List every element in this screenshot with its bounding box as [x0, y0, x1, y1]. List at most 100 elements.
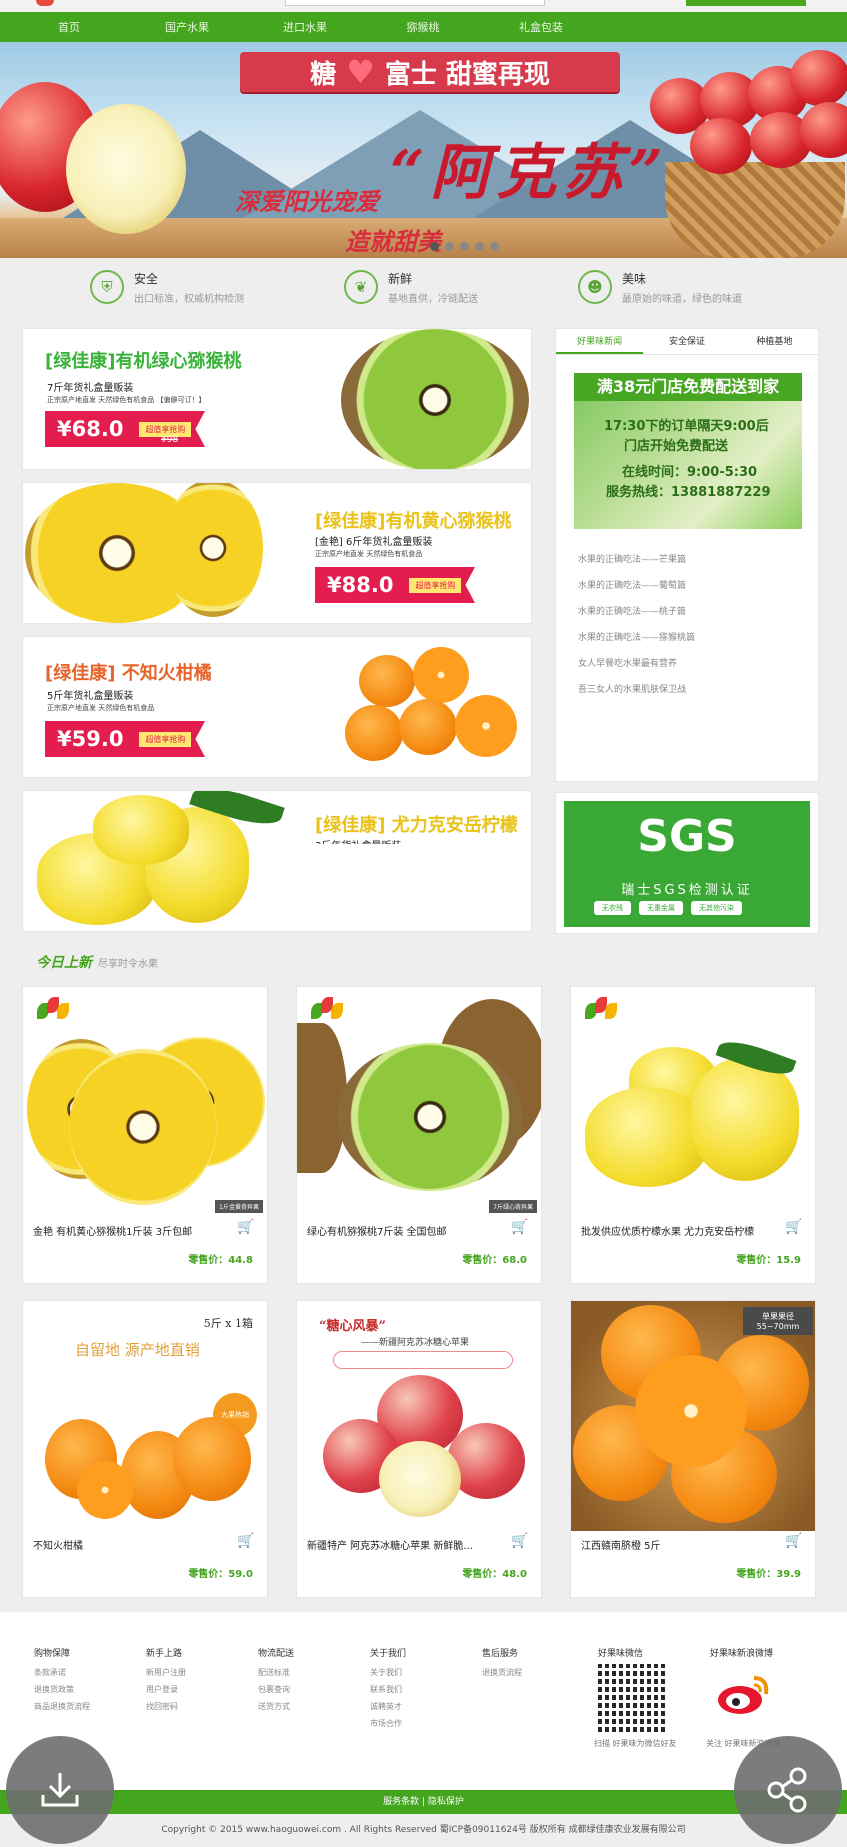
leaf-icon: ❦ — [344, 270, 378, 304]
footer-link[interactable]: 市场合作 — [370, 1718, 406, 1735]
carousel-dot[interactable] — [475, 242, 484, 251]
nav-item-home[interactable]: 首页 — [10, 19, 128, 35]
promo-card-dekopon[interactable]: [绿佳康] 不知火柑橘 5斤年货礼盒量贩装 正宗原产地直发 天然绿色有机食品 ¥… — [22, 636, 532, 778]
footer-bar-links[interactable]: 服务条款 | 隐私保护 — [0, 1790, 847, 1814]
carousel-dot[interactable] — [460, 242, 469, 251]
product-card[interactable]: 5斤 x 1箱 自留地 源产地直销 大果热销 不知火柑橘 🛒 零售价：59.0 — [22, 1300, 268, 1598]
promo-price: ¥88.0 — [327, 573, 394, 597]
product-image[interactable] — [571, 987, 815, 1217]
product-card[interactable]: 单果果径 55~70mm 江西赣南脐橙 5斤 🛒 零售价：39.9 — [570, 1300, 816, 1598]
footer-link[interactable]: 关于我们 — [370, 1667, 406, 1684]
weibo-icon[interactable] — [716, 1672, 772, 1716]
cart-icon[interactable]: 🛒 — [785, 1533, 803, 1549]
face-icon: ☻ — [578, 270, 612, 304]
section-subtitle: 尽享时令水果 — [98, 959, 158, 970]
promo-subtitle: 3斤年货礼盒量贩装 — [315, 837, 401, 844]
product-card[interactable]: 批发供应优质柠檬水果 尤力克安岳柠檬 🛒 零售价：15.9 — [570, 986, 816, 1284]
feature-tasty: ☻ 美味 最原始的味道，绿色的味道 — [578, 258, 742, 316]
footer-column: 物流配送 配送标准 包裹查询 送货方式 — [258, 1646, 294, 1718]
banner-ribbon-left: 糖 — [310, 59, 337, 90]
product-image[interactable]: 单果果径 55~70mm — [571, 1301, 815, 1531]
news-link[interactable]: 水果的正确吃法——猕猴桃篇 — [578, 625, 808, 651]
product-price: 零售价：68.0 — [462, 1255, 527, 1266]
product-name[interactable]: 绿心有机猕猴桃7斤装 全国包邮 — [307, 1223, 507, 1238]
footer-link[interactable]: 送货方式 — [258, 1701, 294, 1718]
sgs-caption: 瑞士SGS检测认证 — [621, 883, 753, 898]
product-price: 零售价：15.9 — [736, 1255, 801, 1266]
promo-title: [绿佳康] 尤力克安岳柠檬 — [315, 815, 518, 836]
footer-link[interactable]: 条款承诺 — [34, 1667, 90, 1684]
product-name[interactable]: 不知火柑橘 — [33, 1537, 233, 1552]
carousel-dot[interactable] — [490, 242, 499, 251]
footer-link[interactable]: 配送标准 — [258, 1667, 294, 1684]
product-image[interactable]: “糖心风暴” ——新疆阿克苏冰糖心苹果 — [297, 1301, 541, 1531]
cart-icon[interactable]: 🛒 — [237, 1219, 255, 1235]
image-tag: 1斤金黄奇异果 — [215, 1200, 263, 1213]
feature-desc: 基地直供，冷链配送 — [388, 293, 478, 305]
news-link[interactable]: 女人早餐吃水果最有营养 — [578, 651, 808, 677]
footer-column: 售后服务 退换货流程 — [482, 1646, 522, 1684]
product-name[interactable]: 江西赣南脐橙 5斤 — [581, 1537, 781, 1552]
price-tag[interactable]: ¥88.0 超值享抢购 — [315, 567, 475, 603]
news-link[interactable]: 水果的正确吃法——桃子篇 — [578, 599, 808, 625]
logo[interactable] — [36, 0, 54, 6]
price-tag[interactable]: ¥68.0 超值享抢购 — [45, 411, 205, 447]
feature-strip: ⛨ 安全 出口标准，权威机构检测 ❦ 新鲜 基地直供，冷链配送 ☻ 美味 最原始的味道… — [0, 258, 847, 316]
news-link[interactable]: 吾三女人的水果肌肤保卫战 — [578, 677, 808, 703]
delivery-promo-image[interactable]: 满38元门店免费配送到家 17:30下的订单隔天9:00后 门店开始免费配送 在… — [574, 373, 802, 529]
product-image[interactable]: 1斤金黄奇异果 — [23, 987, 267, 1217]
tab-farm[interactable]: 种植基地 — [731, 329, 818, 354]
nav-item-giftbox[interactable]: 礼盒包装 — [482, 19, 600, 35]
footer-link[interactable]: 用户登录 — [146, 1684, 186, 1701]
promo-title: [绿佳康]有机绿心猕猴桃 — [45, 351, 242, 372]
brand-logo — [583, 997, 617, 1037]
product-image[interactable]: 5斤 x 1箱 自留地 源产地直销 大果热销 — [23, 1301, 267, 1531]
nav-item-kiwi[interactable]: 猕猴桃 — [364, 19, 482, 35]
news-link[interactable]: 水果的正确吃法——葡萄篇 — [578, 573, 808, 599]
carousel-dot[interactable] — [445, 242, 454, 251]
feature-title: 新鲜 — [388, 271, 413, 286]
share-button[interactable] — [734, 1736, 842, 1844]
product-name[interactable]: 金艳 有机黄心猕猴桃1斤装 3斤包邮 — [33, 1223, 233, 1238]
share-icon — [767, 1767, 807, 1813]
cart-icon[interactable]: 🛒 — [785, 1219, 803, 1235]
product-name[interactable]: 批发供应优质柠檬水果 尤力克安岳柠檬 — [581, 1223, 781, 1238]
footer-link[interactable]: 联系我们 — [370, 1684, 406, 1701]
search-input[interactable] — [285, 0, 545, 6]
wechat-caption: 扫描 好果味为微信好友 — [594, 1739, 677, 1748]
footer-link[interactable]: 退换货政策 — [34, 1684, 90, 1701]
sgs-certification-card[interactable]: SGS 瑞士SGS检测认证 无农残 无重金属 无其他污染 — [555, 792, 819, 934]
buy-now-button[interactable]: 超值享抢购 — [409, 577, 462, 593]
footer-link[interactable]: 退换货流程 — [482, 1667, 522, 1684]
search-button[interactable] — [686, 0, 806, 6]
price-tag[interactable]: ¥59.0 超值享抢购 — [45, 721, 205, 757]
footer-link[interactable]: 新用户注册 — [146, 1667, 186, 1684]
nav-item-imported[interactable]: 进口水果 — [246, 19, 364, 35]
tab-safety[interactable]: 安全保证 — [643, 329, 730, 354]
buy-now-button[interactable]: 超值享抢购 — [139, 731, 192, 747]
nav-item-domestic[interactable]: 国产水果 — [128, 19, 246, 35]
promo-card-golden-kiwi[interactable]: [绿佳康]有机黄心猕猴桃 [金艳] 6斤年货礼盒量贩装 正宗原产地直发 天然绿色… — [22, 482, 532, 624]
footer-link[interactable]: 诚聘英才 — [370, 1701, 406, 1718]
product-card[interactable]: “糖心风暴” ——新疆阿克苏冰糖心苹果 新疆特产 阿克苏冰糖心苹果 新鲜脆...… — [296, 1300, 542, 1598]
news-link[interactable]: 水果的正确吃法——芒果篇 — [578, 547, 808, 573]
carousel-dot[interactable] — [430, 242, 439, 251]
hero-banner[interactable]: 糖 ♥ 富士 甜蜜再现 “阿克苏” 深爱阳光宠爱 造就甜美 — [0, 42, 847, 258]
image-headline: 自留地 源产地直销 — [75, 1341, 200, 1359]
cart-icon[interactable]: 🛒 — [237, 1533, 255, 1549]
download-button[interactable] — [6, 1736, 114, 1844]
footer-link[interactable]: 商品退换货流程 — [34, 1701, 90, 1718]
image-caption: 5斤 x 1箱 — [203, 1317, 253, 1330]
product-name[interactable]: 新疆特产 阿克苏冰糖心苹果 新鲜脆... — [307, 1537, 507, 1552]
cart-icon[interactable]: 🛒 — [511, 1219, 529, 1235]
promo-card-lemon[interactable]: [绿佳康] 尤力克安岳柠檬 3斤年货礼盒量贩装 — [22, 790, 532, 932]
product-card[interactable]: 7斤绿心奇异果 绿心有机猕猴桃7斤装 全国包邮 🛒 零售价：68.0 — [296, 986, 542, 1284]
promo-card-green-kiwi[interactable]: [绿佳康]有机绿心猕猴桃 7斤年货礼盒量贩装 正宗原产地直发 天然绿色有机食品 … — [22, 328, 532, 470]
product-price: 零售价：59.0 — [188, 1569, 253, 1580]
cart-icon[interactable]: 🛒 — [511, 1533, 529, 1549]
product-image[interactable]: 7斤绿心奇异果 — [297, 987, 541, 1217]
footer-link[interactable]: 包裹查询 — [258, 1684, 294, 1701]
tab-news[interactable]: 好果味新闻 — [556, 329, 644, 354]
footer-link[interactable]: 找回密码 — [146, 1701, 186, 1718]
product-card[interactable]: 1斤金黄奇异果 金艳 有机黄心猕猴桃1斤装 3斤包邮 🛒 零售价：44.8 — [22, 986, 268, 1284]
